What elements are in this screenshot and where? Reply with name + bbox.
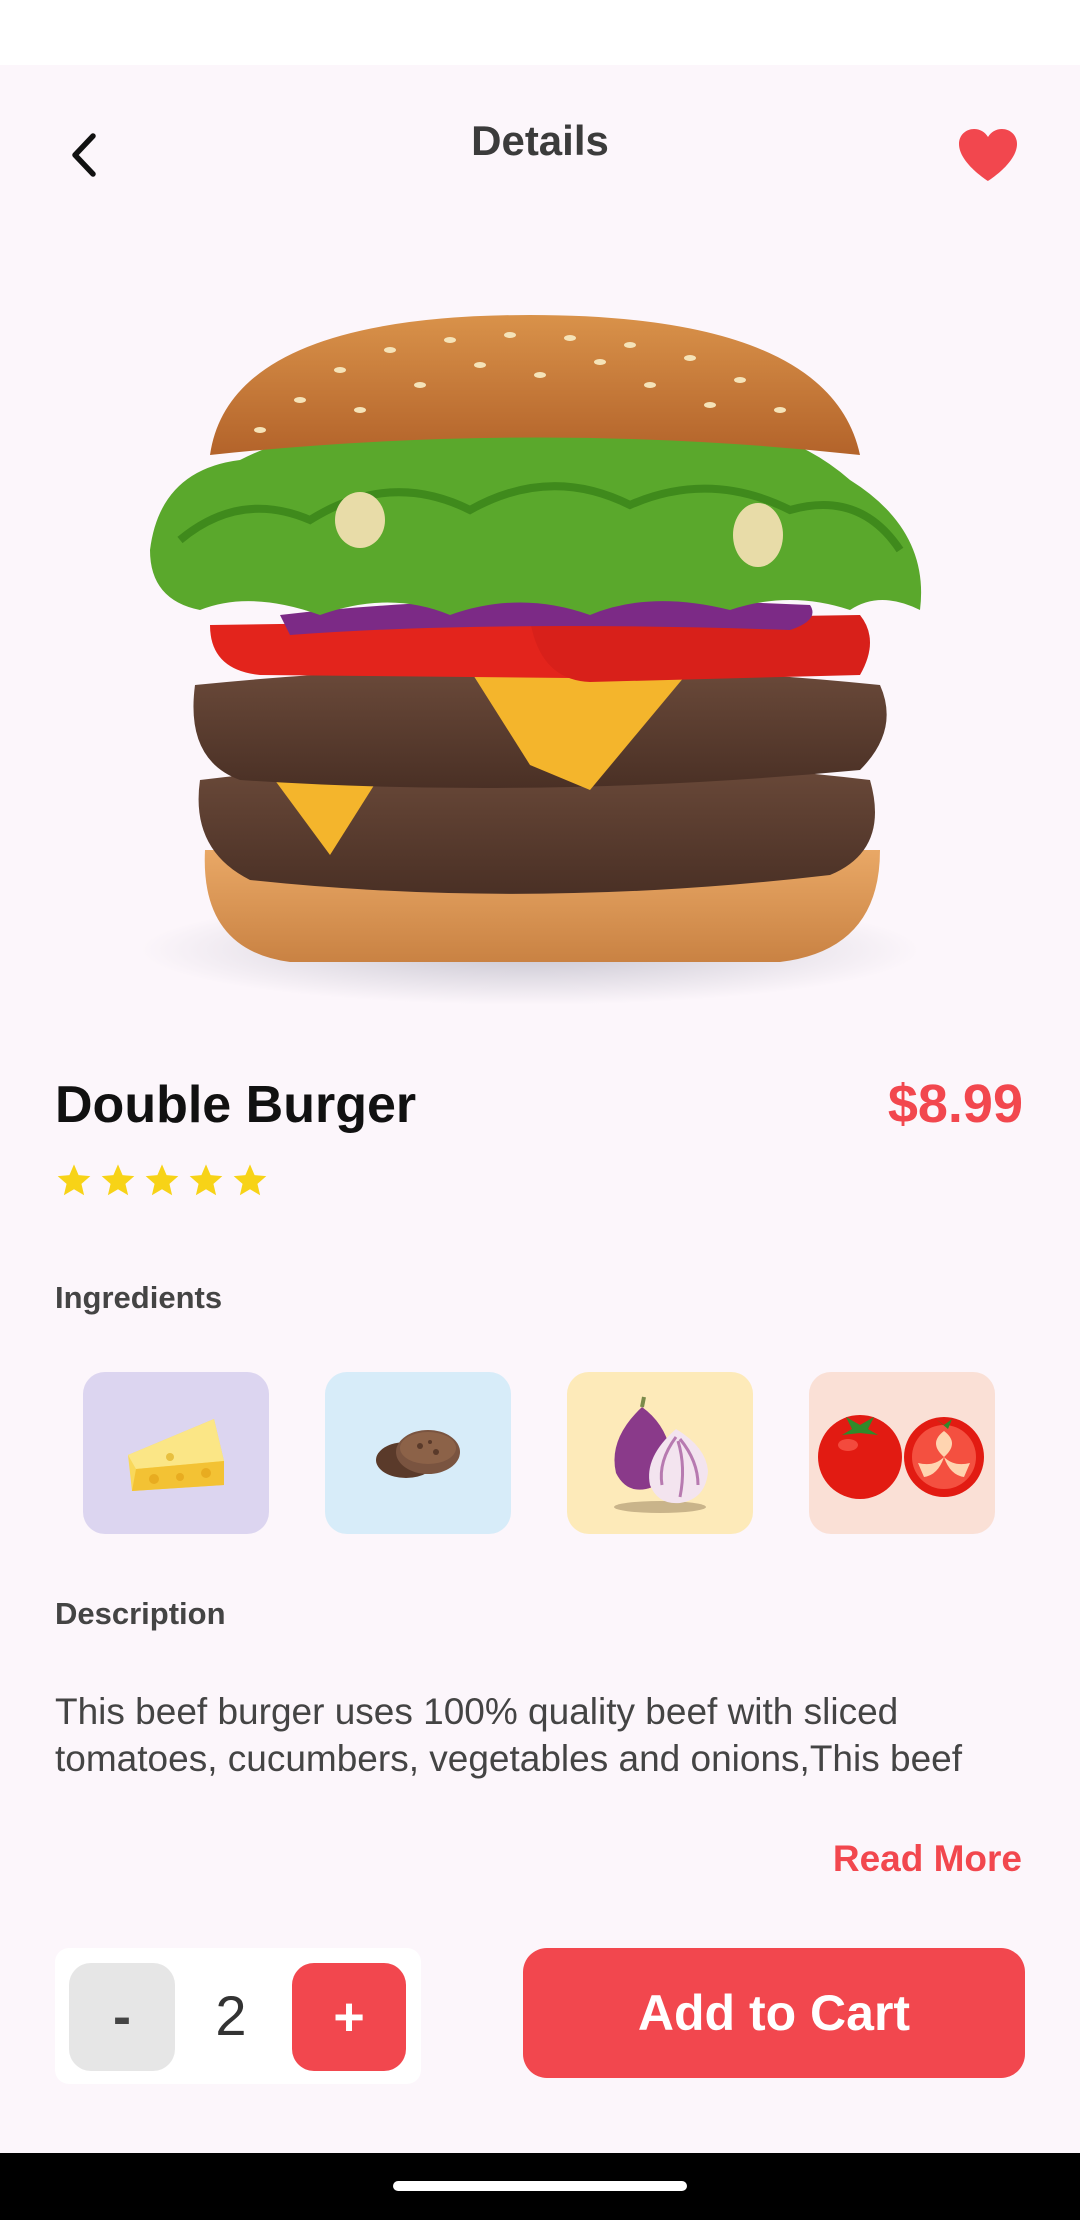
product-price: $8.99 — [887, 1074, 1023, 1134]
tomato-icon — [818, 1415, 984, 1499]
cheese-icon — [128, 1419, 224, 1491]
system-navigation-bar — [0, 2153, 1080, 2220]
add-to-cart-button[interactable]: Add to Cart — [523, 1948, 1025, 2078]
beef-patty-icon — [376, 1430, 460, 1478]
ingredient-beef-patty[interactable] — [325, 1372, 511, 1534]
product-name: Double Burger — [55, 1076, 417, 1134]
ingredient-cheese[interactable] — [83, 1372, 269, 1534]
description-text: This beef burger uses 100% quality beef … — [55, 1691, 963, 1779]
quantity-stepper: - 2 + — [55, 1948, 421, 2084]
ingredient-tomato[interactable] — [809, 1372, 995, 1534]
star-icon — [189, 1164, 223, 1196]
increase-quantity-button[interactable]: + — [292, 1963, 406, 2071]
ingredients-label: Ingredients — [55, 1280, 223, 1315]
star-icon — [145, 1164, 179, 1196]
quantity-value: 2 — [215, 1984, 247, 2047]
star-icon — [101, 1164, 135, 1196]
favorite-button[interactable] — [955, 125, 1021, 185]
star-icon — [57, 1164, 91, 1196]
star-icon — [233, 1164, 267, 1196]
product-image — [90, 290, 990, 1010]
decrease-quantity-button[interactable]: - — [69, 1963, 175, 2071]
heart-icon — [959, 129, 1017, 181]
description-label: Description — [55, 1596, 226, 1631]
page-title: Details — [471, 117, 609, 164]
rating-stars — [55, 1162, 269, 1200]
status-bar — [0, 0, 1080, 65]
onion-icon — [614, 1396, 708, 1513]
header: Details — [0, 65, 1080, 245]
ingredients-list — [83, 1372, 995, 1534]
ingredient-onion[interactable] — [567, 1372, 753, 1534]
double-burger-image — [140, 315, 922, 1005]
home-indicator[interactable] — [393, 2181, 687, 2191]
read-more-link[interactable]: Read More — [833, 1838, 1022, 1880]
